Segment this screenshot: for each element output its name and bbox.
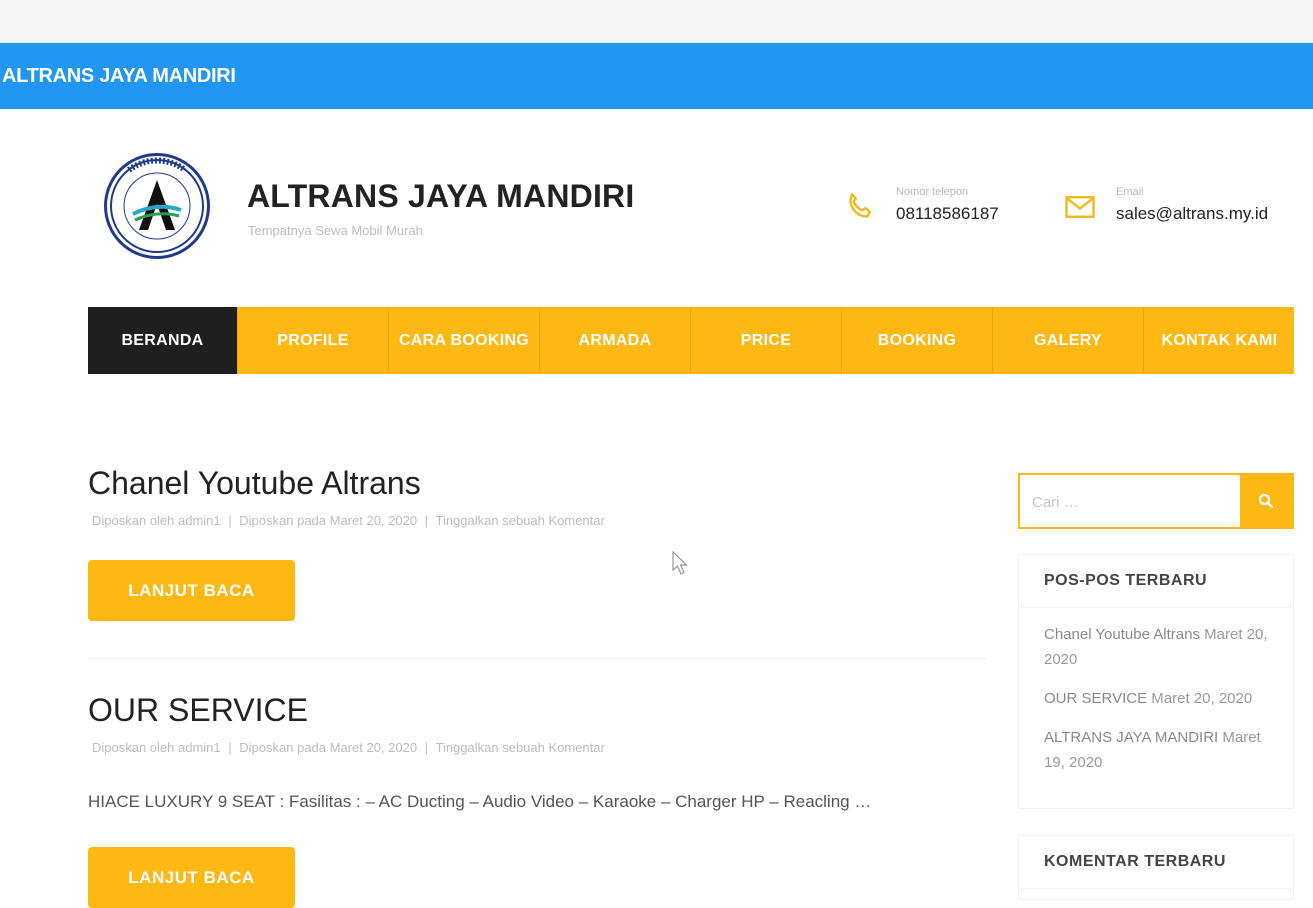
phone-label: Nomor telepon [896,186,969,198]
recent-comments-widget: KOMENTAR TERBARU [1018,835,1294,900]
post-title[interactable]: OUR SERVICE [88,692,308,729]
email-address[interactable]: sales@altrans.my.id [1116,204,1268,224]
site-logo[interactable] [104,153,210,259]
site-title[interactable]: ALTRANS JAYA MANDIRI [247,178,634,215]
read-more-button[interactable]: LANJUT BACA [88,847,295,908]
post-comment-link[interactable]: Tinggalkan sebuah Komentar [435,513,604,528]
meta-separator: | [424,740,429,755]
recent-post-link[interactable]: OUR SERVICE [1044,690,1147,707]
browser-top-strip [0,0,1313,43]
list-item: Chanel Youtube Altrans Maret 20, 2020 [1044,622,1268,672]
logo-emblem-icon [110,157,204,253]
post-date[interactable]: Diposkan pada Maret 20, 2020 [239,513,417,528]
banner-title: ALTRANS JAYA MANDIRI [2,65,236,87]
search-form [1018,473,1294,529]
nav-item-price[interactable]: PRICE [691,307,842,374]
meta-separator: | [228,513,232,528]
main-navigation: BERANDA PROFILE CARA BOOKING ARMADA PRIC… [88,307,1294,374]
post-author[interactable]: Diposkan oleh admin1 [92,740,221,755]
recent-post-link[interactable]: ALTRANS JAYA MANDIRI [1044,729,1218,746]
post-meta: Diposkan oleh admin1 | Diposkan pada Mar… [92,513,605,528]
phone-icon [849,193,871,218]
search-input[interactable] [1030,487,1234,517]
meta-separator: | [424,513,429,528]
site-tagline: Tempatnya Sewa Mobil Murah [248,223,423,238]
widget-title: POS-POS TERBARU [1019,555,1293,608]
mail-icon [1065,196,1095,218]
post-excerpt: HIACE LUXURY 9 SEAT : Fasilitas : – AC D… [88,792,872,811]
post-date[interactable]: Diposkan pada Maret 20, 2020 [239,740,417,755]
top-banner: ALTRANS JAYA MANDIRI [0,43,1313,109]
list-item: OUR SERVICE Maret 20, 2020 [1044,686,1268,711]
meta-separator: | [228,740,232,755]
nav-item-galery[interactable]: GALERY [993,307,1144,374]
recent-post-link[interactable]: Chanel Youtube Altrans [1044,626,1200,643]
post-divider [88,658,986,659]
phone-number[interactable]: 08118586187 [896,204,999,224]
mouse-cursor-icon [672,551,688,575]
recent-posts-widget: POS-POS TERBARU Chanel Youtube Altrans M… [1018,554,1294,809]
search-icon [1258,493,1274,509]
recent-posts-list: Chanel Youtube Altrans Maret 20, 2020 OU… [1019,608,1293,775]
post-author[interactable]: Diposkan oleh admin1 [92,513,221,528]
search-button[interactable] [1240,475,1292,527]
widget-title: KOMENTAR TERBARU [1019,836,1293,889]
nav-item-armada[interactable]: ARMADA [540,307,691,374]
recent-post-date: Maret 20, 2020 [1151,690,1253,707]
email-label: Email [1116,186,1144,198]
nav-item-beranda[interactable]: BERANDA [88,307,238,374]
read-more-button[interactable]: LANJUT BACA [88,560,295,621]
post-meta: Diposkan oleh admin1 | Diposkan pada Mar… [92,740,605,755]
post-comment-link[interactable]: Tinggalkan sebuah Komentar [435,740,604,755]
post-title[interactable]: Chanel Youtube Altrans [88,465,421,502]
nav-item-cara-booking[interactable]: CARA BOOKING [389,307,540,374]
list-item: ALTRANS JAYA MANDIRI Maret 19, 2020 [1044,725,1268,775]
nav-item-kontak-kami[interactable]: KONTAK KAMI [1144,307,1295,374]
nav-item-booking[interactable]: BOOKING [842,307,993,374]
nav-item-profile[interactable]: PROFILE [238,307,389,374]
